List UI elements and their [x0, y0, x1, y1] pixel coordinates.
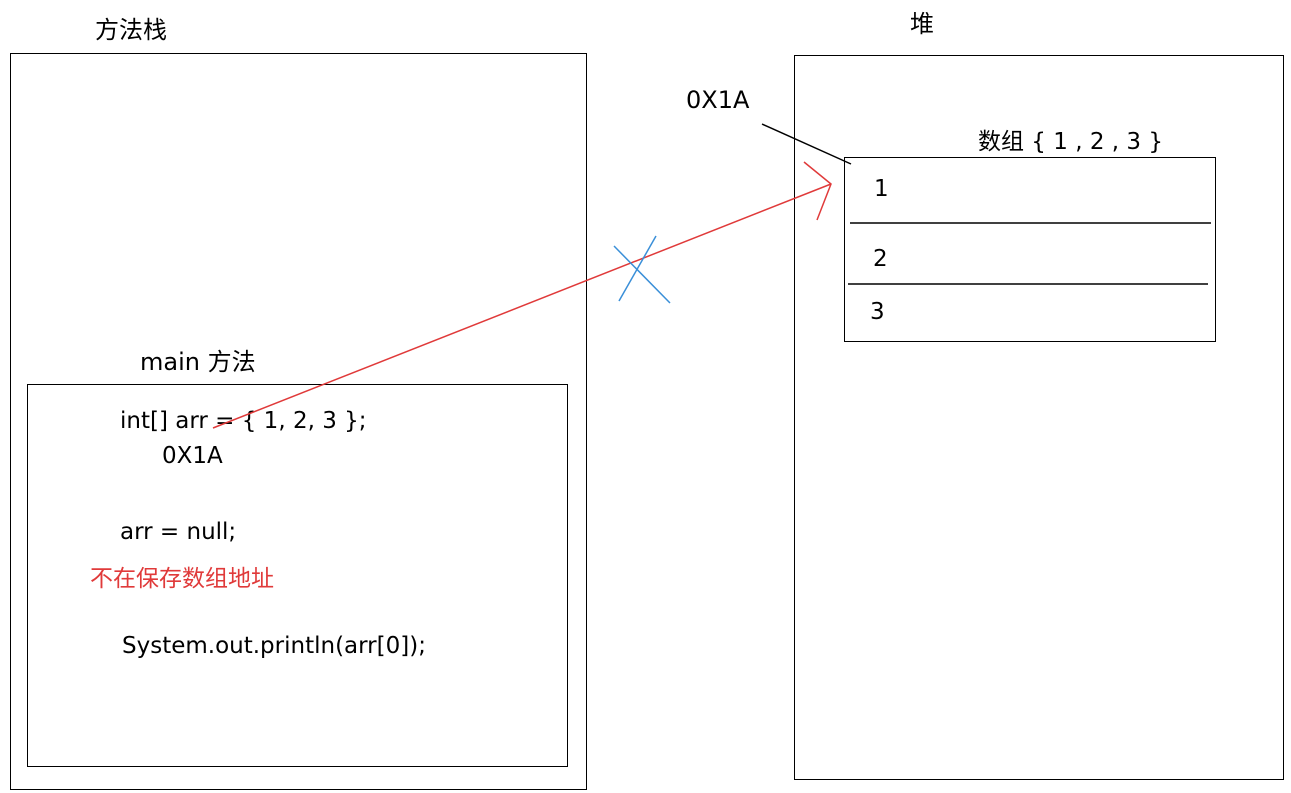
memory-diagram: { "stack": { "title": "方法栈", "frame_titl…: [0, 0, 1291, 793]
reference-arrow: [212, 183, 832, 429]
address-leader-line: [761, 123, 852, 165]
reference-arrow-head: [803, 161, 832, 221]
diagram-lines: [212, 123, 1211, 429]
cross-mark-stroke-2: [618, 235, 657, 302]
